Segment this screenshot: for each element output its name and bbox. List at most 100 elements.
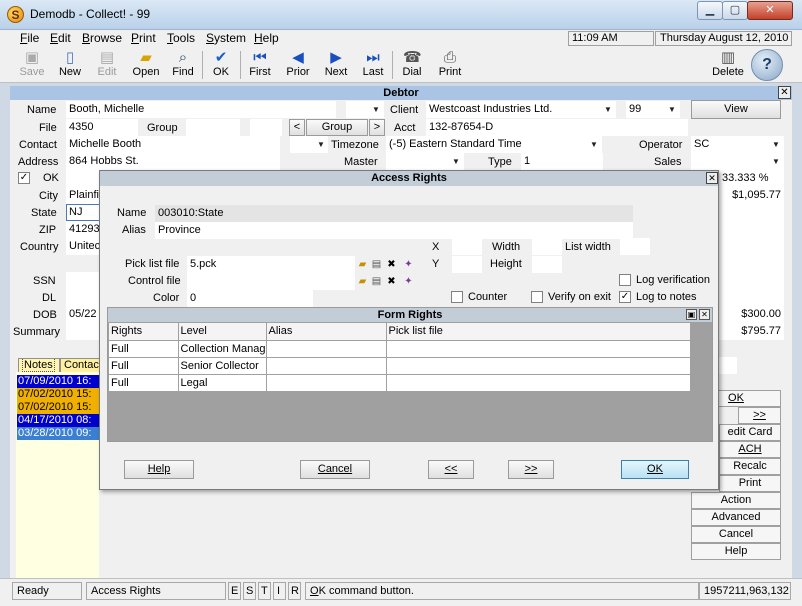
new-button[interactable]: ▯ New [54,48,86,82]
right-field-4[interactable] [719,221,784,238]
recalc-button[interactable]: Recalc [719,458,781,475]
open-button[interactable]: ▰ Open [129,48,163,82]
next-button[interactable]: >> [508,460,554,479]
column-header-alias[interactable]: Alias [266,323,387,341]
delete-button[interactable]: ▥ Delete [709,48,747,82]
list-item[interactable]: 07/09/2010 16: [17,375,99,388]
dob-field[interactable]: 05/22 [66,306,102,323]
level-cell[interactable]: Legal [178,374,267,392]
print-button[interactable]: ⎙ Print [434,48,466,82]
prior-button[interactable]: ◀ Prior [282,48,314,82]
menu-file[interactable]: File [20,31,39,45]
chevron-down-icon[interactable]: ▼ [769,154,783,169]
find-button[interactable]: ⌕ Find [168,48,198,82]
chevron-down-icon[interactable]: ▼ [314,137,328,152]
list-item[interactable]: 03/28/2010 09: [17,427,99,440]
menu-tools[interactable]: Tools [167,31,195,45]
group-prev-button[interactable]: < [289,119,305,136]
ok-button[interactable]: OK [621,460,689,479]
width-field[interactable] [532,238,562,255]
next-button[interactable]: ▶ Next [320,48,352,82]
edit-file-icon[interactable]: ▤ [371,276,382,287]
cancel-side-button[interactable]: Cancel [691,526,781,543]
dl-field[interactable] [66,289,102,306]
right-field-8[interactable] [719,289,784,306]
ssn-field[interactable] [66,272,102,289]
pick-list-cell[interactable] [386,340,691,358]
help-button[interactable]: Help [124,460,194,479]
group-next-button[interactable]: > [369,119,385,136]
color-field[interactable]: 0 [187,290,313,307]
chevron-down-icon[interactable]: ▼ [449,154,463,169]
save-button[interactable]: ▣ Save [16,48,48,82]
maximize-button[interactable]: ▢ [722,1,748,20]
ok-note-field[interactable] [66,170,102,187]
address-field[interactable]: 864 Hobbs St. [66,153,280,170]
acct-field[interactable]: 132-87654-D [426,119,688,136]
log-to-notes-checkbox[interactable]: ✓ [619,291,631,303]
ok-toolbar-button[interactable]: ✔ OK [206,48,236,82]
percent-field[interactable]: 33.333 % [719,170,784,187]
pick-list-cell[interactable] [386,374,691,392]
file-field[interactable]: 4350 [66,119,138,136]
folder-icon[interactable]: ▰ [357,259,368,270]
edit-file-icon[interactable]: ▤ [371,259,382,270]
name-field[interactable]: Booth, Michelle [66,101,336,118]
help-icon[interactable]: ? [751,49,783,81]
balance-field[interactable]: $1,095.77 [719,187,784,204]
state-field[interactable]: NJ [66,204,102,221]
menu-edit[interactable]: Edit [50,31,71,45]
tab-notes[interactable]: Notes [18,358,60,372]
menu-browse[interactable]: Browse [82,31,122,45]
list-item[interactable]: 07/02/2010 15: [17,401,99,414]
close-icon[interactable]: ✕ [778,86,791,99]
height-field[interactable] [532,256,562,273]
level-cell[interactable]: Collection Manager [178,340,267,358]
type-field[interactable]: 1 [521,153,603,170]
pick-list-cell[interactable] [386,357,691,375]
ok-checkbox[interactable]: ✓ [18,172,30,184]
y-field[interactable] [452,256,482,273]
rights-cell[interactable]: Full [109,374,179,392]
cancel-button[interactable]: Cancel [300,460,370,479]
folder-icon[interactable]: ▰ [357,276,368,287]
level-cell[interactable]: Senior Collector [178,357,267,375]
credit-card-button[interactable]: edit Card [719,424,781,441]
dial-button[interactable]: ☎ Dial [397,48,427,82]
last-button[interactable]: ⏭ Last [358,48,388,82]
column-header-pick-list[interactable]: Pick list file [386,323,691,341]
rights-cell[interactable]: Full [109,340,179,358]
help-side-button[interactable]: Help [691,543,781,560]
close-window-button[interactable]: ✕ [747,1,793,20]
menu-help[interactable]: Help [254,31,279,45]
menu-print[interactable]: Print [131,31,156,45]
clear-icon[interactable]: ✖ [386,259,397,270]
table-row[interactable]: Full Legal [109,374,691,392]
ach-button[interactable]: ACH [719,441,781,458]
action-button[interactable]: Action [691,492,781,509]
wand-icon[interactable]: ✦ [403,276,414,287]
column-header-rights[interactable]: Rights [109,323,179,341]
alias-cell[interactable] [266,374,387,392]
menu-system[interactable]: System [206,31,246,45]
first-button[interactable]: ⏮ First [245,48,275,82]
wand-icon[interactable]: ✦ [403,259,414,270]
view-button[interactable]: View [691,100,781,119]
counter-checkbox[interactable] [451,291,463,303]
group-number-field[interactable] [250,119,282,136]
right-field-5[interactable] [719,238,784,255]
close-icon[interactable]: ✕ [699,309,710,320]
chevron-down-icon[interactable]: ▼ [601,102,615,117]
right-field-3[interactable] [719,204,784,221]
side-next-button[interactable]: >> [738,407,781,424]
chevron-down-icon[interactable]: ▼ [665,102,679,117]
right-field-6[interactable] [719,255,784,272]
contact-field[interactable]: Michelle Booth [66,136,280,153]
control-file-field[interactable] [187,273,355,290]
dialog-alias-field[interactable]: Province [155,222,633,239]
advanced-button[interactable]: Advanced [691,509,781,526]
list-item[interactable]: 04/17/2010 08: [17,414,99,427]
summary-field[interactable] [66,323,102,340]
prev-button[interactable]: << [428,460,474,479]
timezone-field[interactable]: (-5) Eastern Standard Time [386,136,602,153]
